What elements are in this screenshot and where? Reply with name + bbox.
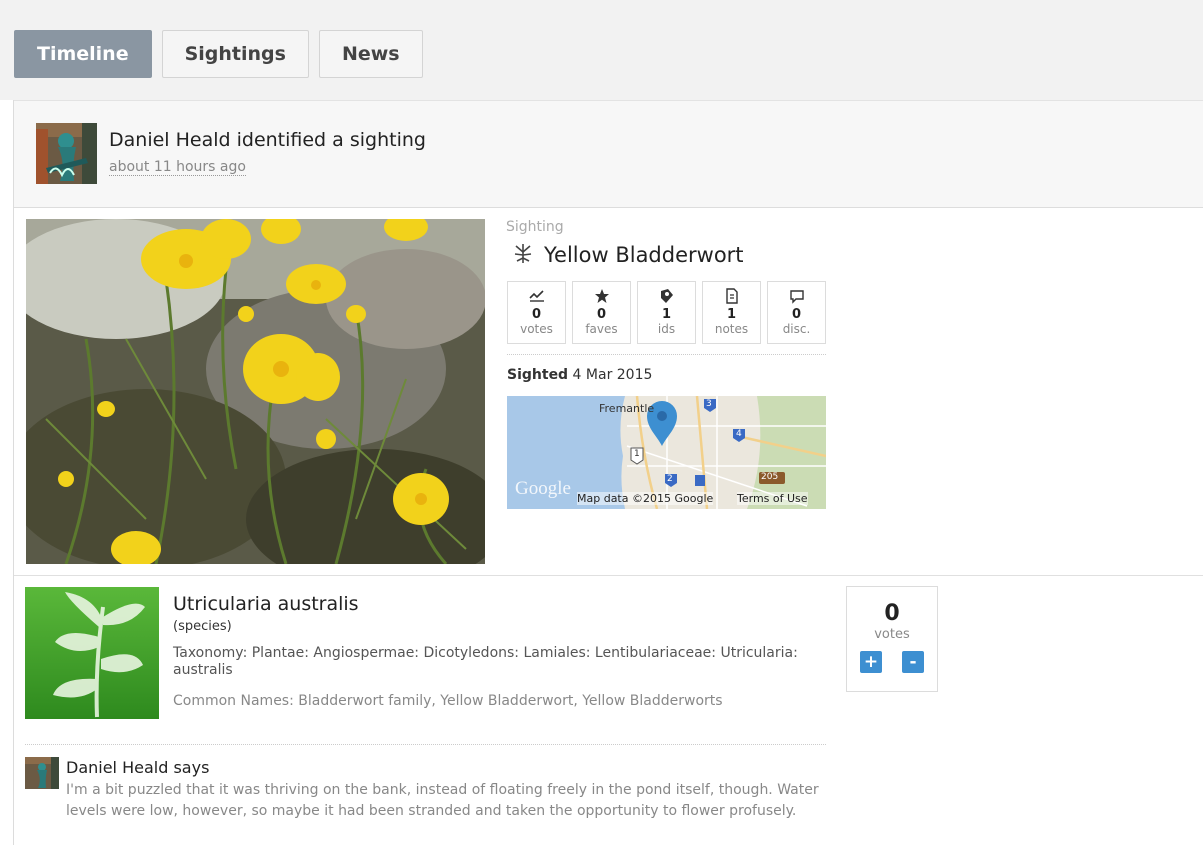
section-divider <box>14 575 1203 576</box>
stat-label: faves <box>585 322 618 336</box>
stat-label: ids <box>657 322 676 336</box>
stat-faves[interactable]: 0 faves <box>572 281 631 344</box>
tab-timeline[interactable]: Timeline <box>14 30 152 78</box>
sighted-date-value: 4 Mar 2015 <box>572 367 653 383</box>
left-border <box>13 100 14 845</box>
sighting-title[interactable]: Yellow Bladderwort <box>544 243 744 267</box>
divider <box>507 354 826 355</box>
species-taxonomy: Taxonomy: Plantae: Angiospermae: Dicotyl… <box>173 645 798 678</box>
event-title: Daniel Heald identified a sighting <box>109 129 426 151</box>
sighting-title-row: Yellow Bladderwort <box>512 242 744 268</box>
downvote-button[interactable]: - <box>902 651 924 673</box>
stat-count: 0 <box>531 307 542 322</box>
map-logo[interactable]: Google <box>515 478 571 500</box>
comment-divider <box>25 744 826 745</box>
stat-count: 0 <box>791 307 802 322</box>
map-place-label: Fremantle <box>599 402 655 415</box>
stat-count: 1 <box>726 307 737 322</box>
map-attribution: Map data ©2015 Google <box>577 492 714 505</box>
stat-label: notes <box>714 322 749 336</box>
species-rank: (species) <box>173 619 232 634</box>
map-shield-2: 2 <box>667 474 673 484</box>
notes-icon <box>725 287 739 305</box>
comment-text: I'm a bit puzzled that it was thriving o… <box>66 782 819 819</box>
identification-votes: 0 votes + - <box>846 586 938 692</box>
stat-label: votes <box>520 322 553 336</box>
stat-votes[interactable]: 0 votes <box>507 281 566 344</box>
stat-label: disc. <box>782 322 811 336</box>
sighting-photo[interactable] <box>26 219 485 564</box>
stat-count: 1 <box>661 307 672 322</box>
map-terms-link[interactable]: Terms of Use <box>737 492 808 505</box>
species-name[interactable]: Utricularia australis <box>173 593 359 615</box>
stat-ids[interactable]: 1 ids <box>637 281 696 344</box>
speech-bubble-icon <box>789 287 805 305</box>
sighted-date: Sighted 4 Mar 2015 <box>507 367 652 383</box>
tab-bar: Timeline Sightings News <box>14 30 423 78</box>
upvote-button[interactable]: + <box>860 651 882 673</box>
id-tag-icon <box>659 287 675 305</box>
stat-count: 0 <box>596 307 607 322</box>
sighting-stats: 0 votes 0 faves 1 ids 1 notes 0 disc. <box>507 281 826 344</box>
vote-buttons: + - <box>847 651 937 673</box>
votes-label: votes <box>874 627 910 642</box>
chart-line-icon <box>528 287 545 305</box>
event-header: Daniel Heald identified a sighting about… <box>14 100 1203 208</box>
sighted-label: Sighted <box>507 367 569 383</box>
location-map[interactable]: Fremantle 3 4 1 2 205 Google Map data ©2… <box>507 396 826 509</box>
sighting-label: Sighting <box>506 219 564 235</box>
event-timestamp[interactable]: about 11 hours ago <box>109 159 246 176</box>
map-shield-4: 4 <box>736 429 742 439</box>
stat-discussion[interactable]: 0 disc. <box>767 281 826 344</box>
species-thumbnail[interactable] <box>25 587 159 719</box>
map-shield-3: 3 <box>706 399 712 409</box>
stat-notes[interactable]: 1 notes <box>702 281 761 344</box>
map-shield-1: 1 <box>634 449 640 459</box>
tab-sightings[interactable]: Sightings <box>161 30 309 78</box>
species-common-names: Common Names: Bladderwort family, Yellow… <box>173 693 723 709</box>
plant-icon <box>512 242 534 268</box>
star-icon <box>594 287 610 305</box>
user-avatar[interactable] <box>36 123 97 184</box>
votes-count: 0 <box>884 601 900 626</box>
tab-news[interactable]: News <box>318 30 423 78</box>
commenter-avatar[interactable] <box>25 757 59 789</box>
comment-author: Daniel Heald says <box>66 758 210 777</box>
map-shield-205: 205 <box>761 472 779 482</box>
